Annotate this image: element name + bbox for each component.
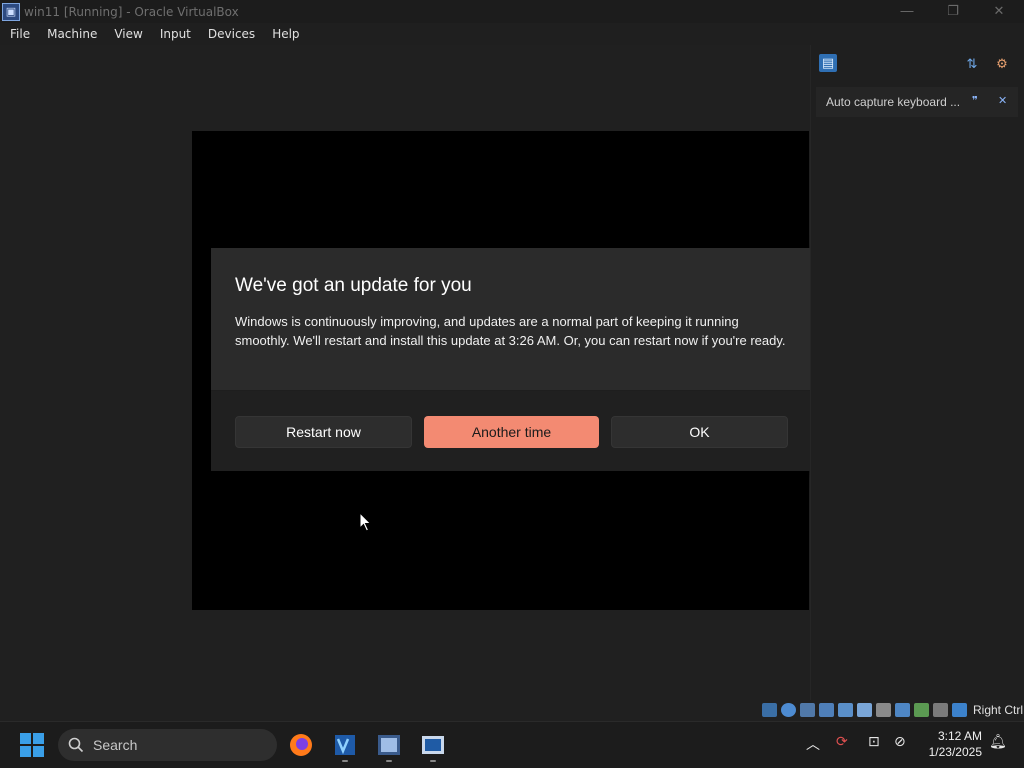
mouse-cursor-icon: [359, 512, 372, 532]
firefox-icon[interactable]: [287, 731, 315, 759]
taskbar-clock[interactable]: 3:12 AM 1/23/2025: [920, 728, 982, 760]
taskbar-running-indicator: [342, 760, 348, 762]
panel-info-icon[interactable]: ▤: [819, 54, 837, 72]
mouse-integration-icon[interactable]: [933, 703, 948, 717]
taskbar-running-indicator: [430, 760, 436, 762]
volume-muted-icon[interactable]: ⊘: [894, 734, 906, 750]
restart-now-button[interactable]: Restart now: [235, 416, 412, 448]
taskbar-search[interactable]: Search: [58, 729, 277, 761]
virtualbox-manager-icon[interactable]: [375, 731, 403, 759]
network-icon[interactable]: [819, 703, 834, 717]
notice-text: Auto capture keyboard ...: [826, 95, 961, 109]
taskbar-running-indicator: [386, 760, 392, 762]
side-panel: ▤ ⇅ ⚙ Auto capture keyboard ... ❞ ✕: [810, 45, 1024, 700]
dialog-body: We've got an update for you Windows is c…: [211, 248, 812, 391]
dialog-footer: Restart now Another time OK: [211, 391, 812, 471]
menu-input[interactable]: Input: [153, 27, 198, 41]
hard-disk-icon[interactable]: [762, 703, 777, 717]
network-monitor-icon[interactable]: ⊡: [868, 734, 880, 750]
menu-file[interactable]: File: [3, 27, 37, 41]
another-time-button[interactable]: Another time: [424, 416, 599, 448]
keyboard-capture-icon[interactable]: [952, 703, 967, 717]
search-placeholder: Search: [93, 737, 138, 753]
usb-icon[interactable]: [838, 703, 853, 717]
virtualbox-icon[interactable]: [331, 731, 359, 759]
settings-icon[interactable]: ⚙: [993, 55, 1011, 73]
device-status-icons: [762, 701, 971, 719]
display-icon[interactable]: [876, 703, 891, 717]
recording-icon[interactable]: [895, 703, 910, 717]
search-icon: [68, 737, 84, 753]
menu-view[interactable]: View: [107, 27, 149, 41]
host-key-label: Right Ctrl: [973, 703, 1024, 717]
menu-help[interactable]: Help: [265, 27, 306, 41]
window-title: win11 [Running] - Oracle VirtualBox: [24, 4, 239, 19]
menu-devices[interactable]: Devices: [201, 27, 262, 41]
shared-folders-icon[interactable]: [857, 703, 872, 717]
menu-machine[interactable]: Machine: [40, 27, 104, 41]
vm-window-icon[interactable]: [419, 731, 447, 759]
clock-time: 3:12 AM: [937, 729, 982, 743]
status-bar: Right Ctrl: [0, 700, 1024, 721]
virtualbox-app-icon: ▣: [2, 2, 20, 21]
close-button[interactable]: ✕: [976, 0, 1022, 23]
taskbar: Search ︿ ⟳ ⊡ ⊘ 3:12 AM 1/23/2025 🔔︎: [0, 721, 1024, 768]
vt-x-icon[interactable]: [914, 703, 929, 717]
keyboard-capture-notice: Auto capture keyboard ... ❞ ✕: [816, 87, 1018, 117]
minimize-button[interactable]: ―: [884, 0, 930, 23]
clock-date: 1/23/2025: [928, 745, 982, 759]
notification-bell-icon[interactable]: 🔔︎: [989, 734, 1007, 750]
maximize-button[interactable]: ❐: [930, 0, 976, 23]
menu-bar: File Machine View Input Devices Help: [0, 23, 1024, 45]
audio-icon[interactable]: [800, 703, 815, 717]
notice-pin-icon[interactable]: ❞: [972, 94, 978, 107]
update-restart-icon[interactable]: ⟳: [836, 734, 848, 750]
windows-start-icon[interactable]: [20, 733, 44, 757]
sort-icon[interactable]: ⇅: [963, 55, 981, 73]
chevron-up-icon[interactable]: ︿: [806, 734, 820, 754]
dialog-message: Windows is continuously improving, and u…: [235, 314, 786, 348]
update-dialog: We've got an update for you Windows is c…: [211, 248, 812, 471]
ok-button[interactable]: OK: [611, 416, 788, 448]
notice-close-icon[interactable]: ✕: [998, 94, 1007, 107]
optical-drive-icon[interactable]: [781, 703, 796, 717]
title-bar: ▣ win11 [Running] - Oracle VirtualBox ― …: [0, 0, 1024, 23]
dialog-title: We've got an update for you: [235, 275, 472, 296]
